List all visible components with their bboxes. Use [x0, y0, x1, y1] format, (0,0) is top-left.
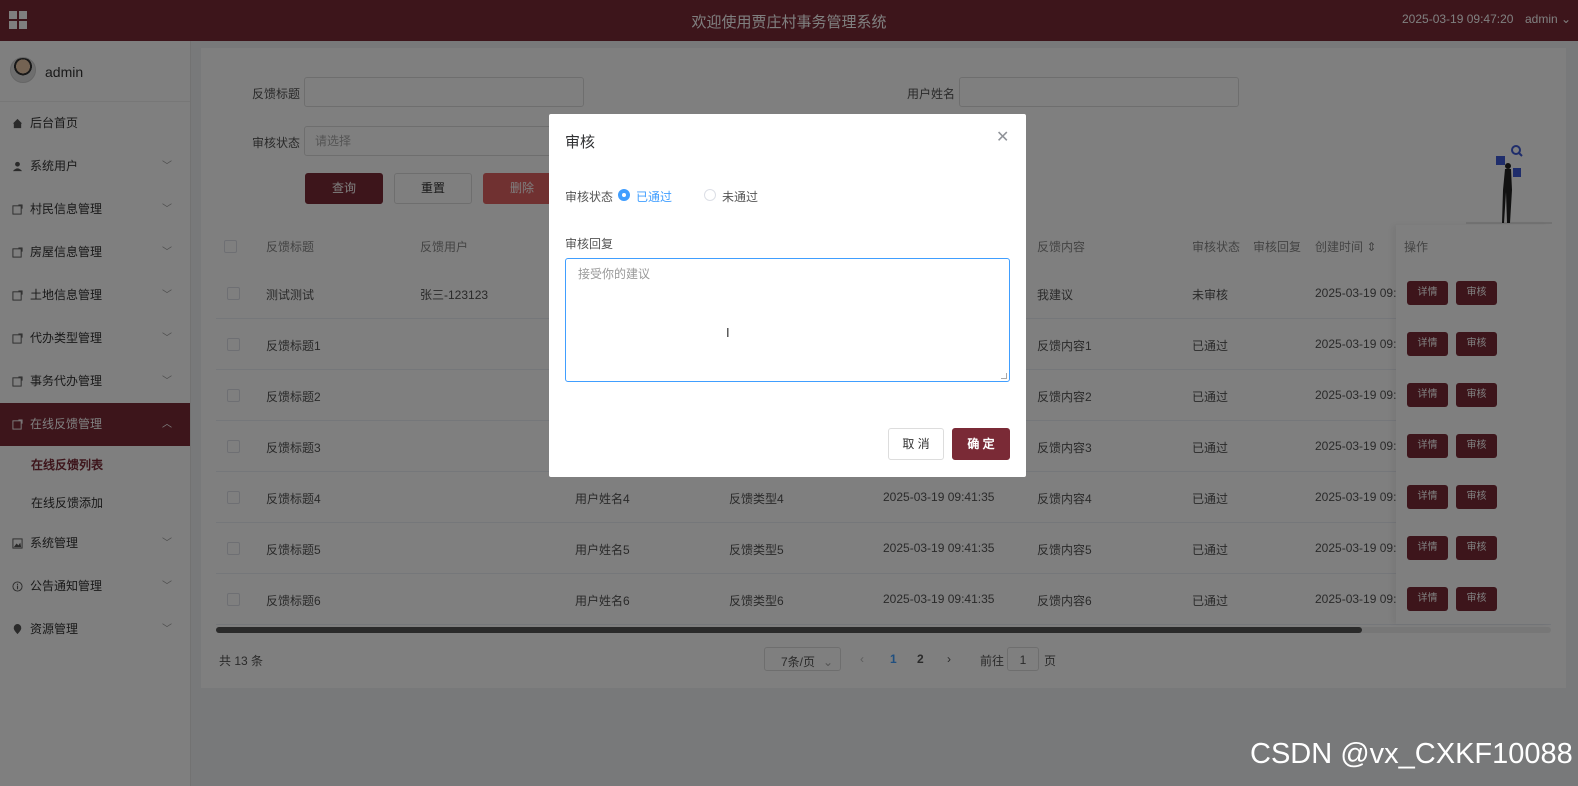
dialog-title: 审核 [565, 134, 596, 151]
close-icon[interactable]: ✕ [996, 127, 1009, 147]
audit-dialog: 审核 ✕ 审核状态 已通过 未通过 审核回复 接受你的建议 I 取 消 确 定 [549, 114, 1026, 477]
reply-text: 接受你的建议 [578, 267, 651, 281]
text-cursor-icon: I [726, 325, 730, 340]
radio-fail[interactable] [704, 189, 716, 201]
reply-textarea[interactable]: 接受你的建议 I [565, 258, 1010, 382]
dialog-reply-label: 审核回复 [565, 237, 614, 251]
radio-pass-label[interactable]: 已通过 [636, 188, 672, 205]
cancel-button[interactable]: 取 消 [888, 428, 944, 460]
radio-fail-label[interactable]: 未通过 [722, 188, 758, 205]
resize-handle-icon[interactable] [1001, 373, 1007, 379]
radio-pass[interactable] [618, 189, 630, 201]
dialog-status-label: 审核状态 [565, 190, 614, 204]
watermark-text: CSDN @vx_CXKF10088 [1250, 738, 1573, 770]
confirm-button[interactable]: 确 定 [952, 428, 1010, 460]
